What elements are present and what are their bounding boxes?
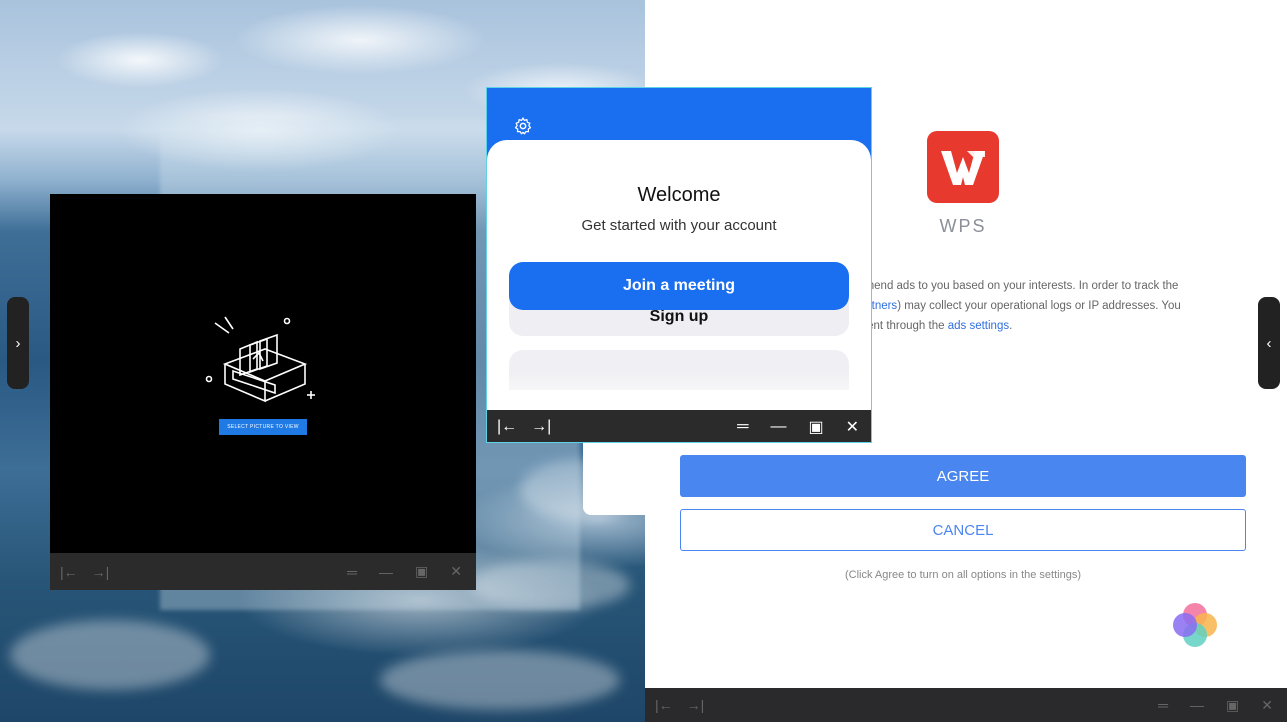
gear-icon[interactable] (513, 116, 533, 136)
wps-logo (927, 131, 999, 203)
close-icon[interactable]: ✕ (450, 563, 462, 580)
dock-left-icon[interactable]: |← (497, 418, 517, 436)
welcome-title: Welcome (637, 184, 721, 206)
picture-illustration-icon (205, 316, 315, 403)
assistant-icon[interactable] (1173, 603, 1217, 647)
dock-right-icon[interactable]: →| (92, 564, 110, 580)
consent-line-3: nsent through the ads settings. (855, 316, 1235, 336)
popup-header (487, 88, 871, 148)
app-name: WPS (939, 216, 987, 236)
wps-window-bar: |← →| ═ — ▣ ✕ (645, 688, 1287, 722)
maximize-icon[interactable]: ▣ (415, 563, 428, 580)
meeting-app-window: Welcome Get started with your account Si… (486, 87, 872, 443)
agree-button[interactable]: AGREE (680, 455, 1246, 497)
select-picture-button[interactable]: SELECT PICTURE TO VIEW (219, 419, 307, 435)
welcome-card: Welcome Get started with your account Si… (487, 140, 871, 412)
minimize-icon[interactable]: — (1190, 697, 1204, 713)
dock-right-icon[interactable]: →| (687, 697, 705, 713)
close-icon[interactable]: ✕ (1261, 697, 1273, 714)
popup-window-bar: |← →| ═ — ▣ ✕ (487, 410, 871, 442)
maximize-icon[interactable]: ▣ (808, 417, 823, 437)
maximize-icon[interactable]: ▣ (1226, 697, 1239, 714)
welcome-subtitle: Get started with your account (581, 217, 777, 234)
consent-line-3-end: . (1009, 320, 1013, 332)
close-icon[interactable]: ✕ (846, 417, 859, 437)
left-sidebar-handle[interactable]: › (7, 297, 29, 389)
consent-text: mmend ads to you based on your interests… (855, 276, 1235, 336)
join-meeting-button[interactable]: Join a meeting (509, 262, 849, 310)
minimize-icon[interactable]: — (379, 564, 393, 580)
expand-right-icon: › (15, 334, 21, 352)
window-shadow-panel (583, 440, 645, 515)
wps-logo-mark (941, 151, 985, 185)
restore-icon[interactable]: ═ (1158, 697, 1168, 713)
dock-left-icon[interactable]: |← (60, 564, 78, 580)
cancel-button[interactable]: CANCEL (680, 509, 1246, 551)
viewer-window-bar: |← →| ═ — ▣ ✕ (50, 553, 476, 590)
consent-line-2-text: ) may collect your operational logs or I… (897, 300, 1181, 312)
dock-right-icon[interactable]: →| (531, 418, 551, 436)
consent-line-1: mmend ads to you based on your interests… (855, 280, 1179, 292)
consent-line-2: partners) may collect your operational l… (855, 296, 1235, 316)
expand-left-icon: ‹ (1266, 334, 1272, 352)
dock-left-icon[interactable]: |← (655, 697, 673, 713)
image-viewer-window: SELECT PICTURE TO VIEW |← →| ═ — ▣ ✕ (50, 194, 476, 590)
scroll-fade (487, 372, 871, 412)
agree-note: (Click Agree to turn on all options in t… (844, 569, 1081, 581)
restore-icon[interactable]: ═ (347, 564, 357, 580)
minimize-icon[interactable]: — (770, 418, 786, 436)
right-sidebar-handle[interactable]: ‹ (1258, 297, 1280, 389)
ads-settings-link[interactable]: ads settings (948, 320, 1009, 332)
restore-icon[interactable]: ═ (737, 418, 748, 436)
